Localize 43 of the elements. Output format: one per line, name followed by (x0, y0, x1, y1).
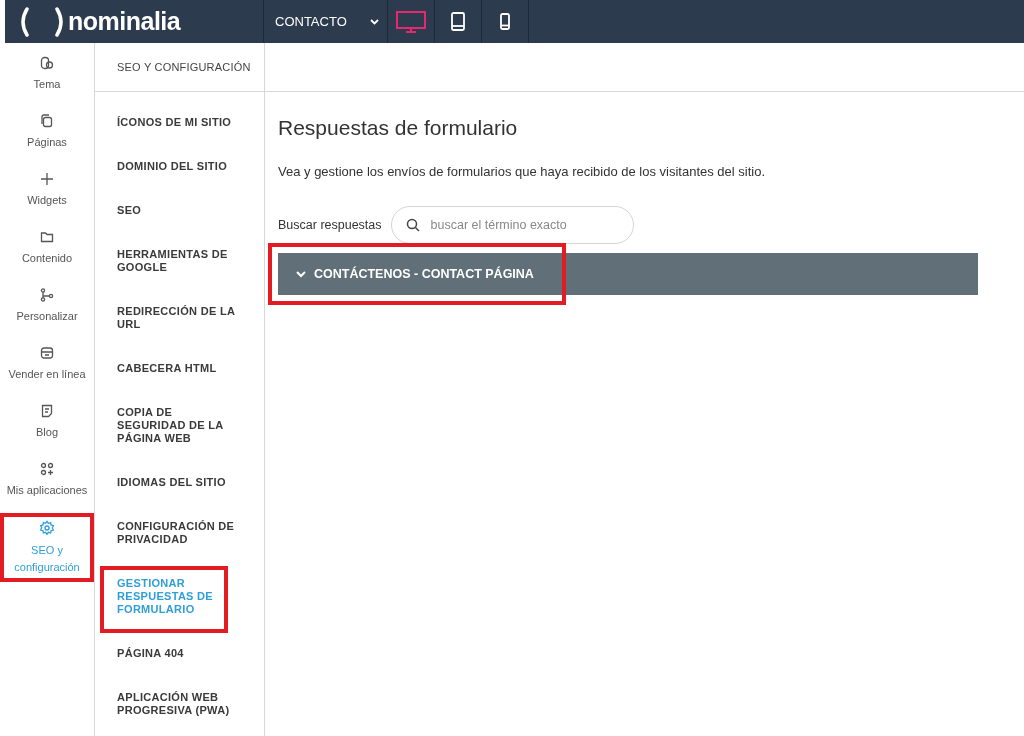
tablet-icon (451, 12, 465, 31)
apps-icon (40, 462, 54, 476)
sidebar-item[interactable]: Vender en línea (2, 342, 92, 400)
settings-menu-item[interactable]: CONFIGURACIÓN DE PRIVACIDAD (95, 505, 264, 562)
phone-icon (500, 13, 510, 30)
sidebar-item[interactable]: Blog (2, 400, 92, 458)
plus-icon (40, 172, 54, 186)
store-icon (40, 346, 54, 360)
chevron-down-icon (296, 270, 306, 278)
sidebar-item[interactable]: Widgets (2, 168, 92, 226)
chevron-down-icon (370, 18, 379, 25)
settings-icon (39, 520, 55, 536)
sidebar-item[interactable]: Personalizar (2, 284, 92, 342)
settings-menu-item[interactable]: ÍCONOS DE MI SITIO (95, 101, 258, 145)
search-label: Buscar respuestas (278, 218, 382, 232)
pages-icon (40, 114, 54, 128)
sidebar-item[interactable]: Contenido (2, 226, 92, 284)
logo-text: nominalia (68, 7, 181, 36)
settings-menu-item[interactable]: REDIRECCIÓN DE LA URL (95, 290, 264, 347)
search-icon (405, 218, 420, 232)
palette-icon (40, 56, 54, 70)
branch-icon (40, 288, 54, 302)
sidebar-item[interactable]: Páginas (2, 110, 92, 168)
page-description: Vea y gestione los envíos de formularios que haya recibido de los visitantes del sitio. (278, 164, 767, 179)
logo-brackets-icon (18, 6, 66, 37)
settings-menu-item[interactable]: DOMINIO DEL SITIO (95, 145, 253, 189)
settings-menu-item[interactable]: SEO (95, 189, 168, 233)
page-title: Respuestas de formulario (278, 116, 519, 140)
search-field[interactable]: buscar el término exacto (390, 206, 634, 244)
sidebar-item[interactable]: Mis aplicaciones (2, 458, 92, 516)
monitor-icon (396, 10, 426, 33)
page-select[interactable]: CONTACTO (263, 0, 388, 43)
sidebar-item[interactable]: Tema (2, 52, 92, 110)
settings-menu-item[interactable]: HERRAMIENTAS DE GOOGLE (95, 233, 264, 290)
settings-menu-item[interactable]: APLICACIÓN WEB PROGRESIVA (PWA) (95, 676, 264, 733)
settings-menu-item[interactable]: CABECERA HTML (95, 347, 243, 391)
settings-menu-item[interactable]: COPIA DE SEGURIDAD DE LA PÁGINA WEB (95, 391, 264, 461)
document-icon (40, 404, 54, 418)
form-accordion-header[interactable]: CONTÁCTENOS - CONTACT PÁGINA (278, 253, 978, 295)
folder-icon (40, 230, 54, 244)
panel-title: SEO Y CONFIGURACIÓN (95, 43, 1024, 92)
settings-menu-item[interactable]: IDIOMAS DEL SITIO (95, 461, 252, 505)
settings-menu-item[interactable]: PÁGINA 404 (95, 632, 210, 676)
